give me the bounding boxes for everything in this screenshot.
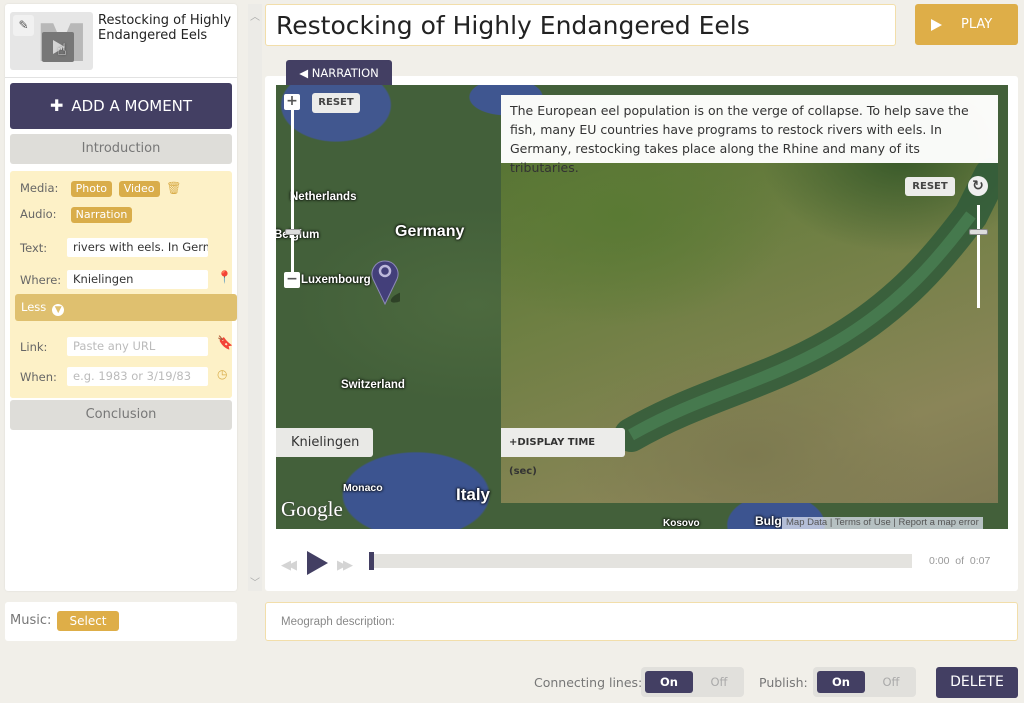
trash-icon[interactable]: 🗑 [166,181,181,195]
divider [5,77,237,78]
map-pin-marker[interactable] [370,257,400,305]
text-label: Text: [20,241,48,255]
delete-button[interactable]: DELETE [936,667,1018,698]
link-label: Link: [20,340,48,354]
when-label: When: [20,370,57,384]
player-play-button[interactable] [307,551,328,575]
add-moment-button[interactable]: ✚ ADD A MOMENT [10,83,232,129]
map-label-netherlands: Netherlands [290,191,357,203]
when-field[interactable]: e.g. 1983 or 3/19/83 [67,367,208,386]
media-tag-video[interactable]: Video [118,181,160,197]
moment-caption[interactable]: The European eel population is on the ve… [501,95,998,175]
text-field[interactable]: rivers with eels. In Germ [67,238,208,257]
chevron-down-icon: ▼ [52,304,65,316]
publish-off[interactable]: Off [869,671,913,693]
map-data-link[interactable]: Map Data [786,517,827,528]
stage: Netherlands Belgium Germany Luxembourg S… [276,85,1008,529]
music-box: Music: Select [5,602,237,641]
hand-cursor-icon: ☝ [57,40,67,59]
play-icon [931,19,942,31]
meograph-title-input[interactable] [265,4,896,46]
music-select-button[interactable]: Select [57,611,119,631]
map-attribution: Map Data | Terms of Use | Report a map e… [782,517,983,529]
publish-toggle[interactable]: On Off [813,667,916,697]
rotate-icon[interactable]: ↻ [968,176,988,196]
report-error-link[interactable]: Report a map error [898,517,978,528]
media-tag-photo[interactable]: Photo [70,181,113,197]
timeline-progress[interactable] [369,552,912,570]
project-thumbnail[interactable]: M ✎ ☝ [10,12,93,70]
publish-label: Publish: [759,675,808,690]
photo-reset-button[interactable]: RESET [905,177,955,196]
map-label-italy: Italy [456,485,491,504]
connecting-lines-label: Connecting lines: [534,675,643,690]
panel-scrollbar[interactable]: ︿ ﹀ [248,4,262,591]
project-title: Restocking of Highly Endangered Eels [98,13,232,43]
moment-introduction[interactable]: Introduction [10,134,232,164]
google-logo: Google [281,497,343,521]
time-readout: 0:00 of 0:07 [929,555,991,567]
map-label-bulgaria: Bulg [755,514,782,528]
media-row: Media: Photo Video 🗑 [20,181,182,197]
plus-icon: ✚ [49,96,64,115]
less-toggle[interactable]: Less ▼ [15,294,237,321]
moment-conclusion[interactable]: Conclusion [10,400,232,430]
connecting-lines-off[interactable]: Off [697,671,741,693]
photo-zoom-slider[interactable] [977,205,980,308]
timeline-handle[interactable] [369,552,374,570]
map-label-kosovo: Kosovo [663,518,700,529]
clock-icon[interactable]: ◷ [217,367,227,381]
map-reset-button[interactable]: RESET [312,93,360,113]
zoom-out-button[interactable]: − [284,272,300,288]
where-field[interactable]: Knielingen [67,270,208,289]
map-label-luxembourg: Luxembourg [301,274,371,286]
link-field[interactable]: Paste any URL [67,337,208,356]
rewind-icon[interactable]: ◀◀ [281,558,297,573]
map-label-monaco: Monaco [343,482,383,494]
speaker-icon: ◀ [299,66,309,80]
map-pin-icon[interactable]: 📍 [217,270,232,284]
play-button[interactable]: PLAY [915,4,1018,45]
display-time-button[interactable]: +DISPLAY TIME (sec) [501,428,625,477]
edit-pencil-icon[interactable]: ✎ [13,15,34,36]
moment-editor-extra: Link: Paste any URL 🔖 When: e.g. 1983 or… [10,321,233,398]
location-label: Knielingen [276,428,373,457]
map-zoom-slider[interactable] [291,101,294,285]
music-label: Music: [10,613,52,628]
publish-on[interactable]: On [817,671,865,693]
audio-tag-narration[interactable]: Narration [70,207,133,223]
terms-link[interactable]: Terms of Use [835,517,891,528]
where-label: Where: [20,273,62,287]
narration-tab[interactable]: ◀ NARRATION [286,60,392,86]
connecting-lines-toggle[interactable]: On Off [641,667,744,697]
connecting-lines-on[interactable]: On [645,671,693,693]
scroll-up-icon[interactable]: ︿ [250,8,260,23]
zoom-in-button[interactable]: + [284,94,300,110]
map-label-germany: Germany [395,223,465,240]
bookmark-icon[interactable]: 🔖 [217,336,233,351]
fast-forward-icon[interactable]: ▶▶ [337,558,353,573]
map-label-switzerland: Switzerland [341,379,405,391]
audio-row: Audio: Narration [20,207,135,223]
description-input[interactable]: Meograph description: [265,602,1018,641]
map-zoom-handle[interactable] [285,229,301,235]
photo-zoom-handle[interactable] [969,229,988,235]
scroll-down-icon[interactable]: ﹀ [250,574,260,589]
moments-panel: M ✎ ☝ Restocking of Highly Endangered Ee… [5,4,237,591]
